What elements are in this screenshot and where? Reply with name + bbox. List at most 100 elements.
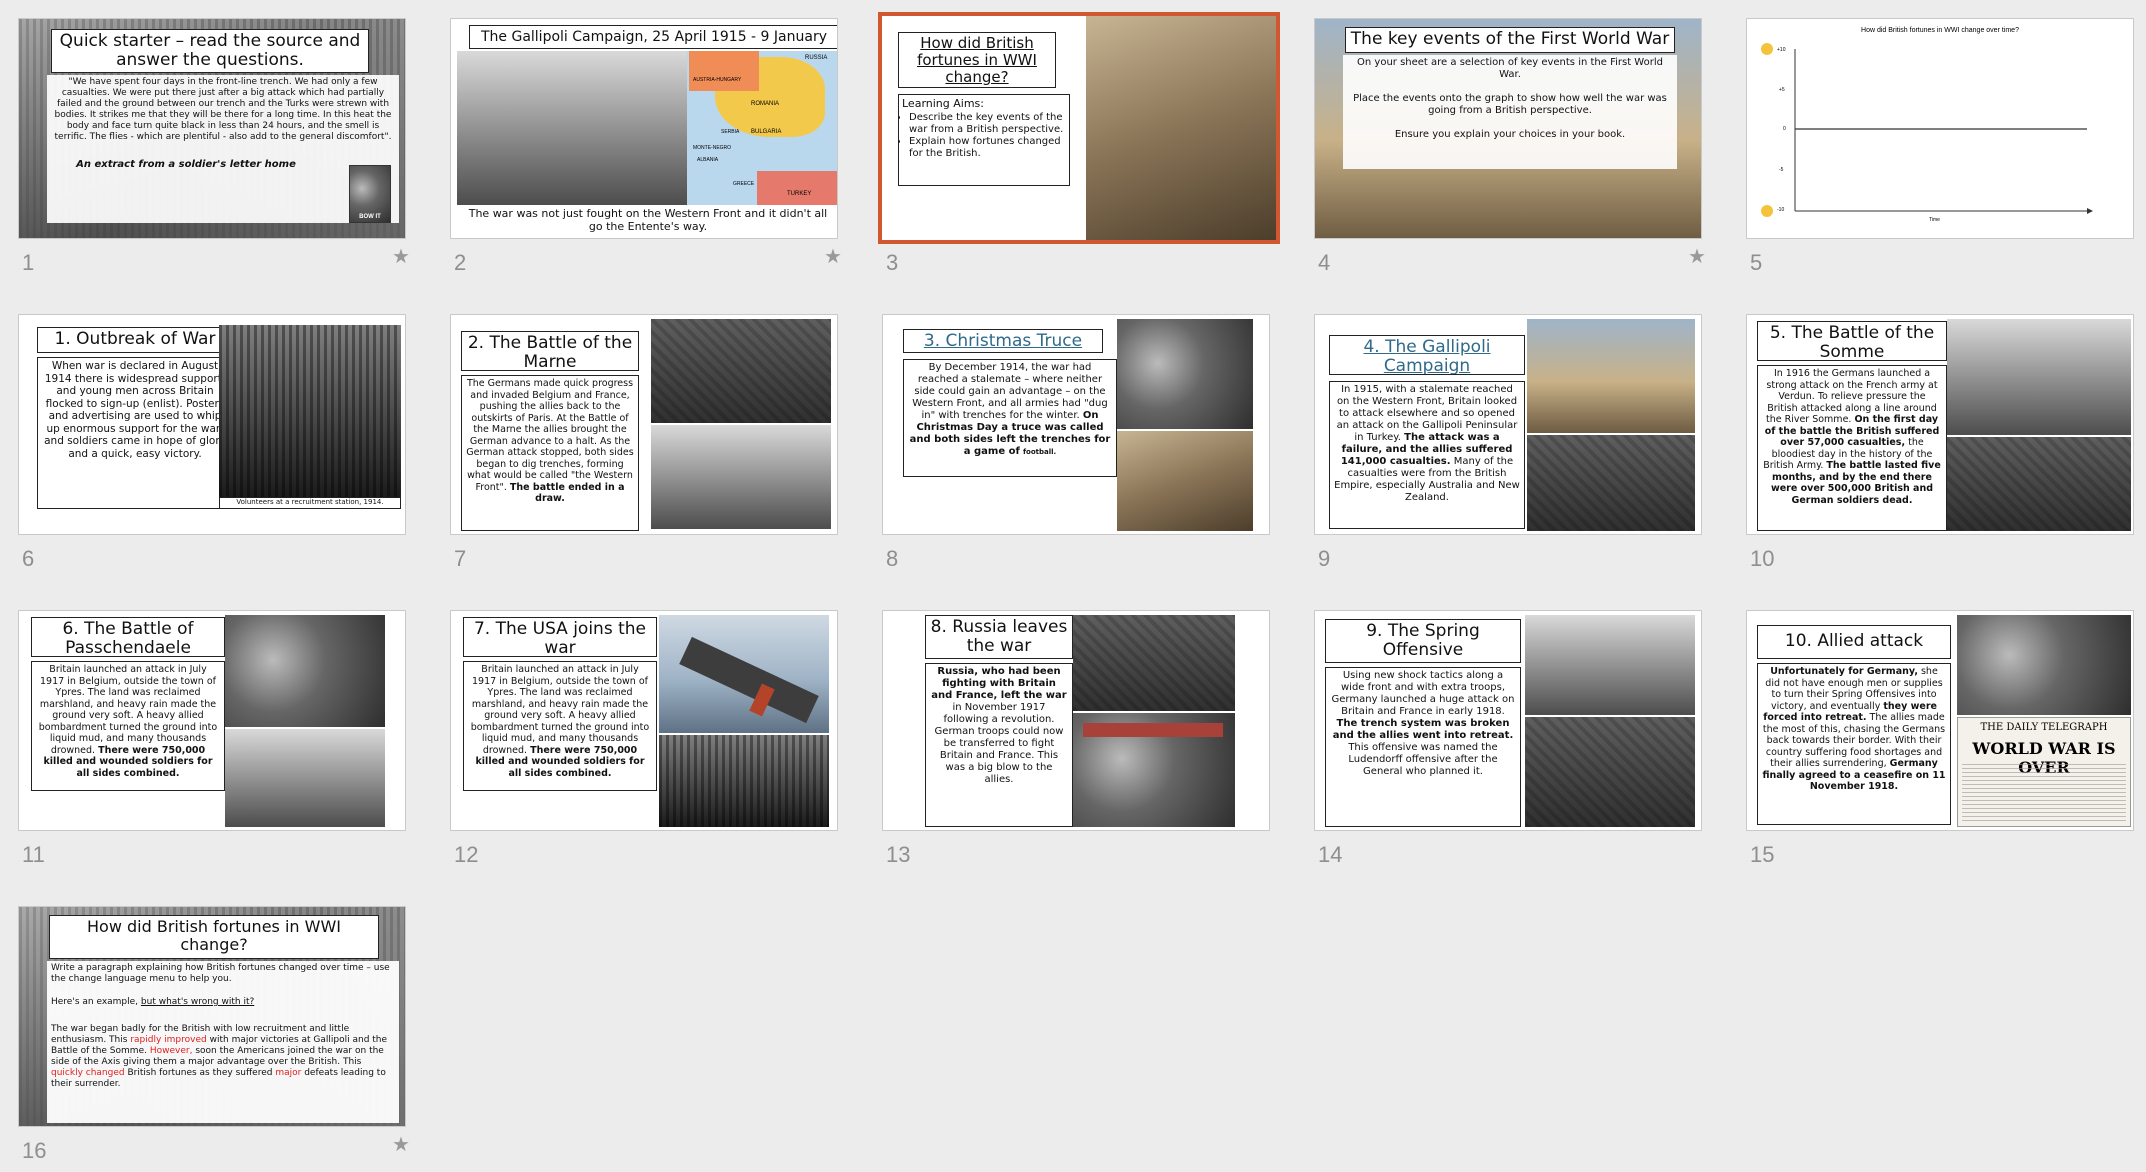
slide-thumbnail-5[interactable]: How did British fortunes in WWI change o…: [1746, 18, 2134, 239]
recruitment-photo: [219, 325, 401, 497]
slide-title: 5. The Battle of the Somme: [1769, 323, 1935, 361]
slide-number-12: 12: [454, 842, 479, 867]
slide-number-1: 1: [22, 250, 35, 275]
slide-title: The key events of the First World War: [1350, 29, 1670, 49]
marne-photo-2: [651, 425, 831, 529]
text-bold: The trench system was broken and the all…: [1332, 718, 1514, 741]
star-icon[interactable]: ★: [392, 244, 410, 269]
example-label: Here's an example,: [51, 997, 139, 1007]
slide-text: Britain launched an attack in July 1917 …: [464, 662, 656, 781]
text-box: When war is declared in August 1914 ther…: [37, 357, 233, 509]
slide-thumbnail-14[interactable]: 9. The Spring Offensive Using new shock …: [1314, 610, 1702, 831]
text-box: By December 1914, the war had reached a …: [903, 359, 1117, 477]
slide-number-7: 7: [454, 546, 467, 571]
text-box: The Germans made quick progress and inva…: [461, 375, 639, 531]
slide-thumbnail-1[interactable]: Quick starter – read the source and answ…: [18, 18, 406, 239]
slide-thumbnail-13[interactable]: 8. Russia leaves the war Russia, who had…: [882, 610, 1270, 831]
slide-title: 2. The Battle of the Marne: [467, 333, 633, 371]
slide-number-15: 15: [1750, 842, 1775, 867]
slide-title: 1. Outbreak of War: [54, 329, 216, 349]
slide-thumbnail-3[interactable]: How did British fortunes in WWI change? …: [878, 12, 1280, 244]
change-word: quickly changed: [51, 1068, 125, 1078]
text-bold: Unfortunately for Germany,: [1770, 666, 1918, 677]
slide-title: 3. Christmas Truce: [923, 331, 1083, 351]
slide-title: 8. Russia leaves the war: [930, 617, 1068, 656]
slide-thumbnail-15[interactable]: 10. Allied attack Unfortunately for Germ…: [1746, 610, 2134, 831]
text-bold: Russia, who had been fighting with Brita…: [931, 666, 1067, 701]
marne-photo-1: [651, 319, 831, 423]
slide-title-box: 1. Outbreak of War: [37, 327, 233, 353]
map-region-austria: [689, 51, 759, 91]
slide-title-box: 8. Russia leaves the war: [925, 615, 1073, 659]
example-line: Here's an example, but what's wrong with…: [47, 995, 399, 1010]
text-run: Britain launched an attack in July 1917 …: [470, 664, 650, 756]
slide-thumbnail-10[interactable]: 5. The Battle of the Somme In 1916 the G…: [1746, 314, 2134, 535]
map-label: RUSSIA: [805, 55, 828, 61]
slide-title: The Gallipoli Campaign, 25 April 1915 - …: [480, 29, 827, 45]
slide-text: Russia, who had been fighting with Brita…: [926, 664, 1072, 788]
newspaper-masthead: THE DAILY TELEGRAPH: [1980, 722, 2108, 733]
slide-thumbnail-6[interactable]: 1. Outbreak of War When war is declared …: [18, 314, 406, 535]
text-box: Unfortunately for Germany, she did not h…: [1757, 663, 1951, 825]
gallipoli-map: RUSSIA AUSTRIA-HUNGARY ROMANIA SERBIA BU…: [687, 51, 837, 205]
slide-text: Britain launched an attack in July 1917 …: [32, 662, 224, 781]
slide-thumbnail-9[interactable]: 4. The Gallipoli Campaign In 1915, with …: [1314, 314, 1702, 535]
slide-thumbnail-7[interactable]: 2. The Battle of the Marne The Germans m…: [450, 314, 838, 535]
source-quote: "We have spent four days in the front-li…: [54, 77, 392, 142]
slide-title-box: 9. The Spring Offensive: [1325, 619, 1521, 663]
learning-aim: Explain how fortunes changed for the Bri…: [909, 136, 1069, 160]
truce-photo-2: [1117, 431, 1253, 531]
portrait-badge: BOW IT: [359, 214, 381, 220]
slide-title: 4. The Gallipoli Campaign: [1363, 337, 1491, 375]
sinking-ship-illustration: [659, 615, 829, 733]
star-icon[interactable]: ★: [824, 244, 842, 269]
text-box: Britain launched an attack in July 1917 …: [31, 661, 225, 791]
slide-caption: The war was not just fought on the Weste…: [468, 207, 828, 233]
map-region-turkey: [757, 171, 837, 205]
text-bold: The battle ended in a draw.: [509, 481, 625, 505]
map-label: GREECE: [733, 181, 755, 187]
offensive-photo-1: [1525, 615, 1695, 715]
slide-number-4: 4: [1318, 250, 1331, 275]
slide-title-box: Quick starter – read the source and answ…: [51, 29, 369, 73]
slide-thumbnail-2[interactable]: The Gallipoli Campaign, 25 April 1915 - …: [450, 18, 838, 239]
slide-thumbnail-16[interactable]: How did British fortunes in WWI change? …: [18, 906, 406, 1127]
instruction-line: Place the events onto the graph to show …: [1353, 93, 1667, 116]
slide-title: 9. The Spring Offensive: [1366, 621, 1480, 660]
slide-thumbnail-11[interactable]: 6. The Battle of Passchendaele Britain l…: [18, 610, 406, 831]
y-tick: +5: [1779, 87, 1785, 93]
text-box: In 1916 the Germans launched a strong at…: [1757, 365, 1947, 531]
slide-thumbnail-8[interactable]: 3. Christmas Truce By December 1914, the…: [882, 314, 1270, 535]
slide-thumbnail-12[interactable]: 7. The USA joins the war Britain launche…: [450, 610, 838, 831]
slide-number-9: 9: [1318, 546, 1331, 571]
newspaper-front-page: THE DAILY TELEGRAPH WORLD WAR IS OVER: [1957, 717, 2131, 827]
slide-number-2: 2: [454, 250, 467, 275]
slide-title: 6. The Battle of Passchendaele: [62, 619, 194, 657]
slide-title-box: 7. The USA joins the war: [463, 617, 657, 657]
text-run: British fortunes as they suffered: [127, 1068, 273, 1078]
gallipoli-soldiers-photo: [1527, 435, 1695, 531]
slide-title: 10. Allied attack: [1784, 631, 1924, 651]
slide-number-3: 3: [886, 250, 899, 275]
caption-box: The war was not just fought on the Weste…: [457, 205, 837, 238]
slide-text: When war is declared in August 1914 ther…: [44, 360, 226, 460]
change-word: rapidly improved: [130, 1035, 207, 1045]
slide-title-box: The key events of the First World War: [1345, 27, 1675, 53]
passchendaele-photo-2: [225, 729, 385, 827]
slide-text: Using new shock tactics along a wide fro…: [1326, 668, 1520, 780]
passchendaele-photo-1: [225, 615, 385, 727]
quote-box: "We have spent four days in the front-li…: [47, 75, 399, 223]
slide-number-10: 10: [1750, 546, 1775, 571]
star-icon[interactable]: ★: [1688, 244, 1706, 269]
slide-number-8: 8: [886, 546, 899, 571]
y-tick: -5: [1779, 167, 1784, 173]
red-banner: [1083, 723, 1223, 737]
map-label: BULGARIA: [751, 129, 782, 135]
slide-title-box: 2. The Battle of the Marne: [461, 331, 639, 371]
slide-thumbnail-4[interactable]: The key events of the First World War On…: [1314, 18, 1702, 239]
text-run: Using new shock tactics along a wide fro…: [1331, 670, 1515, 717]
star-icon[interactable]: ★: [392, 1132, 410, 1157]
gallipoli-photo: [457, 51, 689, 205]
slide-number-6: 6: [22, 546, 35, 571]
gallipoli-landing-painting: [1527, 319, 1695, 433]
